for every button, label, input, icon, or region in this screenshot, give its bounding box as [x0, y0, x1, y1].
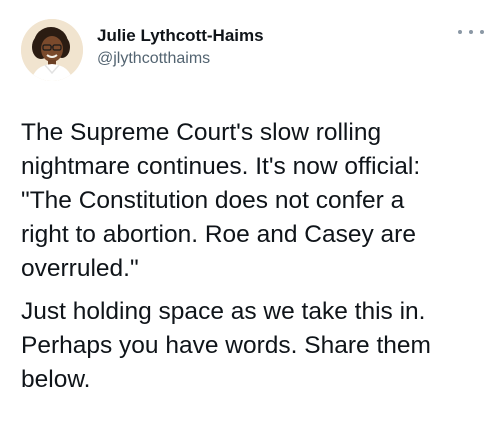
author-block: Julie Lythcott-Haims @jlythcotthaims: [97, 25, 264, 69]
tweet-paragraph: Just holding space as we take this in. P…: [21, 298, 431, 393]
avatar[interactable]: [21, 19, 83, 81]
more-horizontal-icon[interactable]: [458, 24, 484, 40]
tweet-text: The Supreme Court's slow rolling nightma…: [21, 116, 491, 397]
author-handle[interactable]: @jlythcotthaims: [97, 49, 264, 69]
tweet-paragraph: The Supreme Court's slow rolling nightma…: [21, 119, 421, 282]
more-dot: [469, 30, 473, 34]
avatar-photo: [21, 19, 83, 81]
more-dot: [458, 30, 462, 34]
author-display-name[interactable]: Julie Lythcott-Haims: [97, 25, 264, 47]
more-dot: [480, 30, 484, 34]
tweet-card: Julie Lythcott-Haims @jlythcotthaims The…: [0, 0, 500, 424]
